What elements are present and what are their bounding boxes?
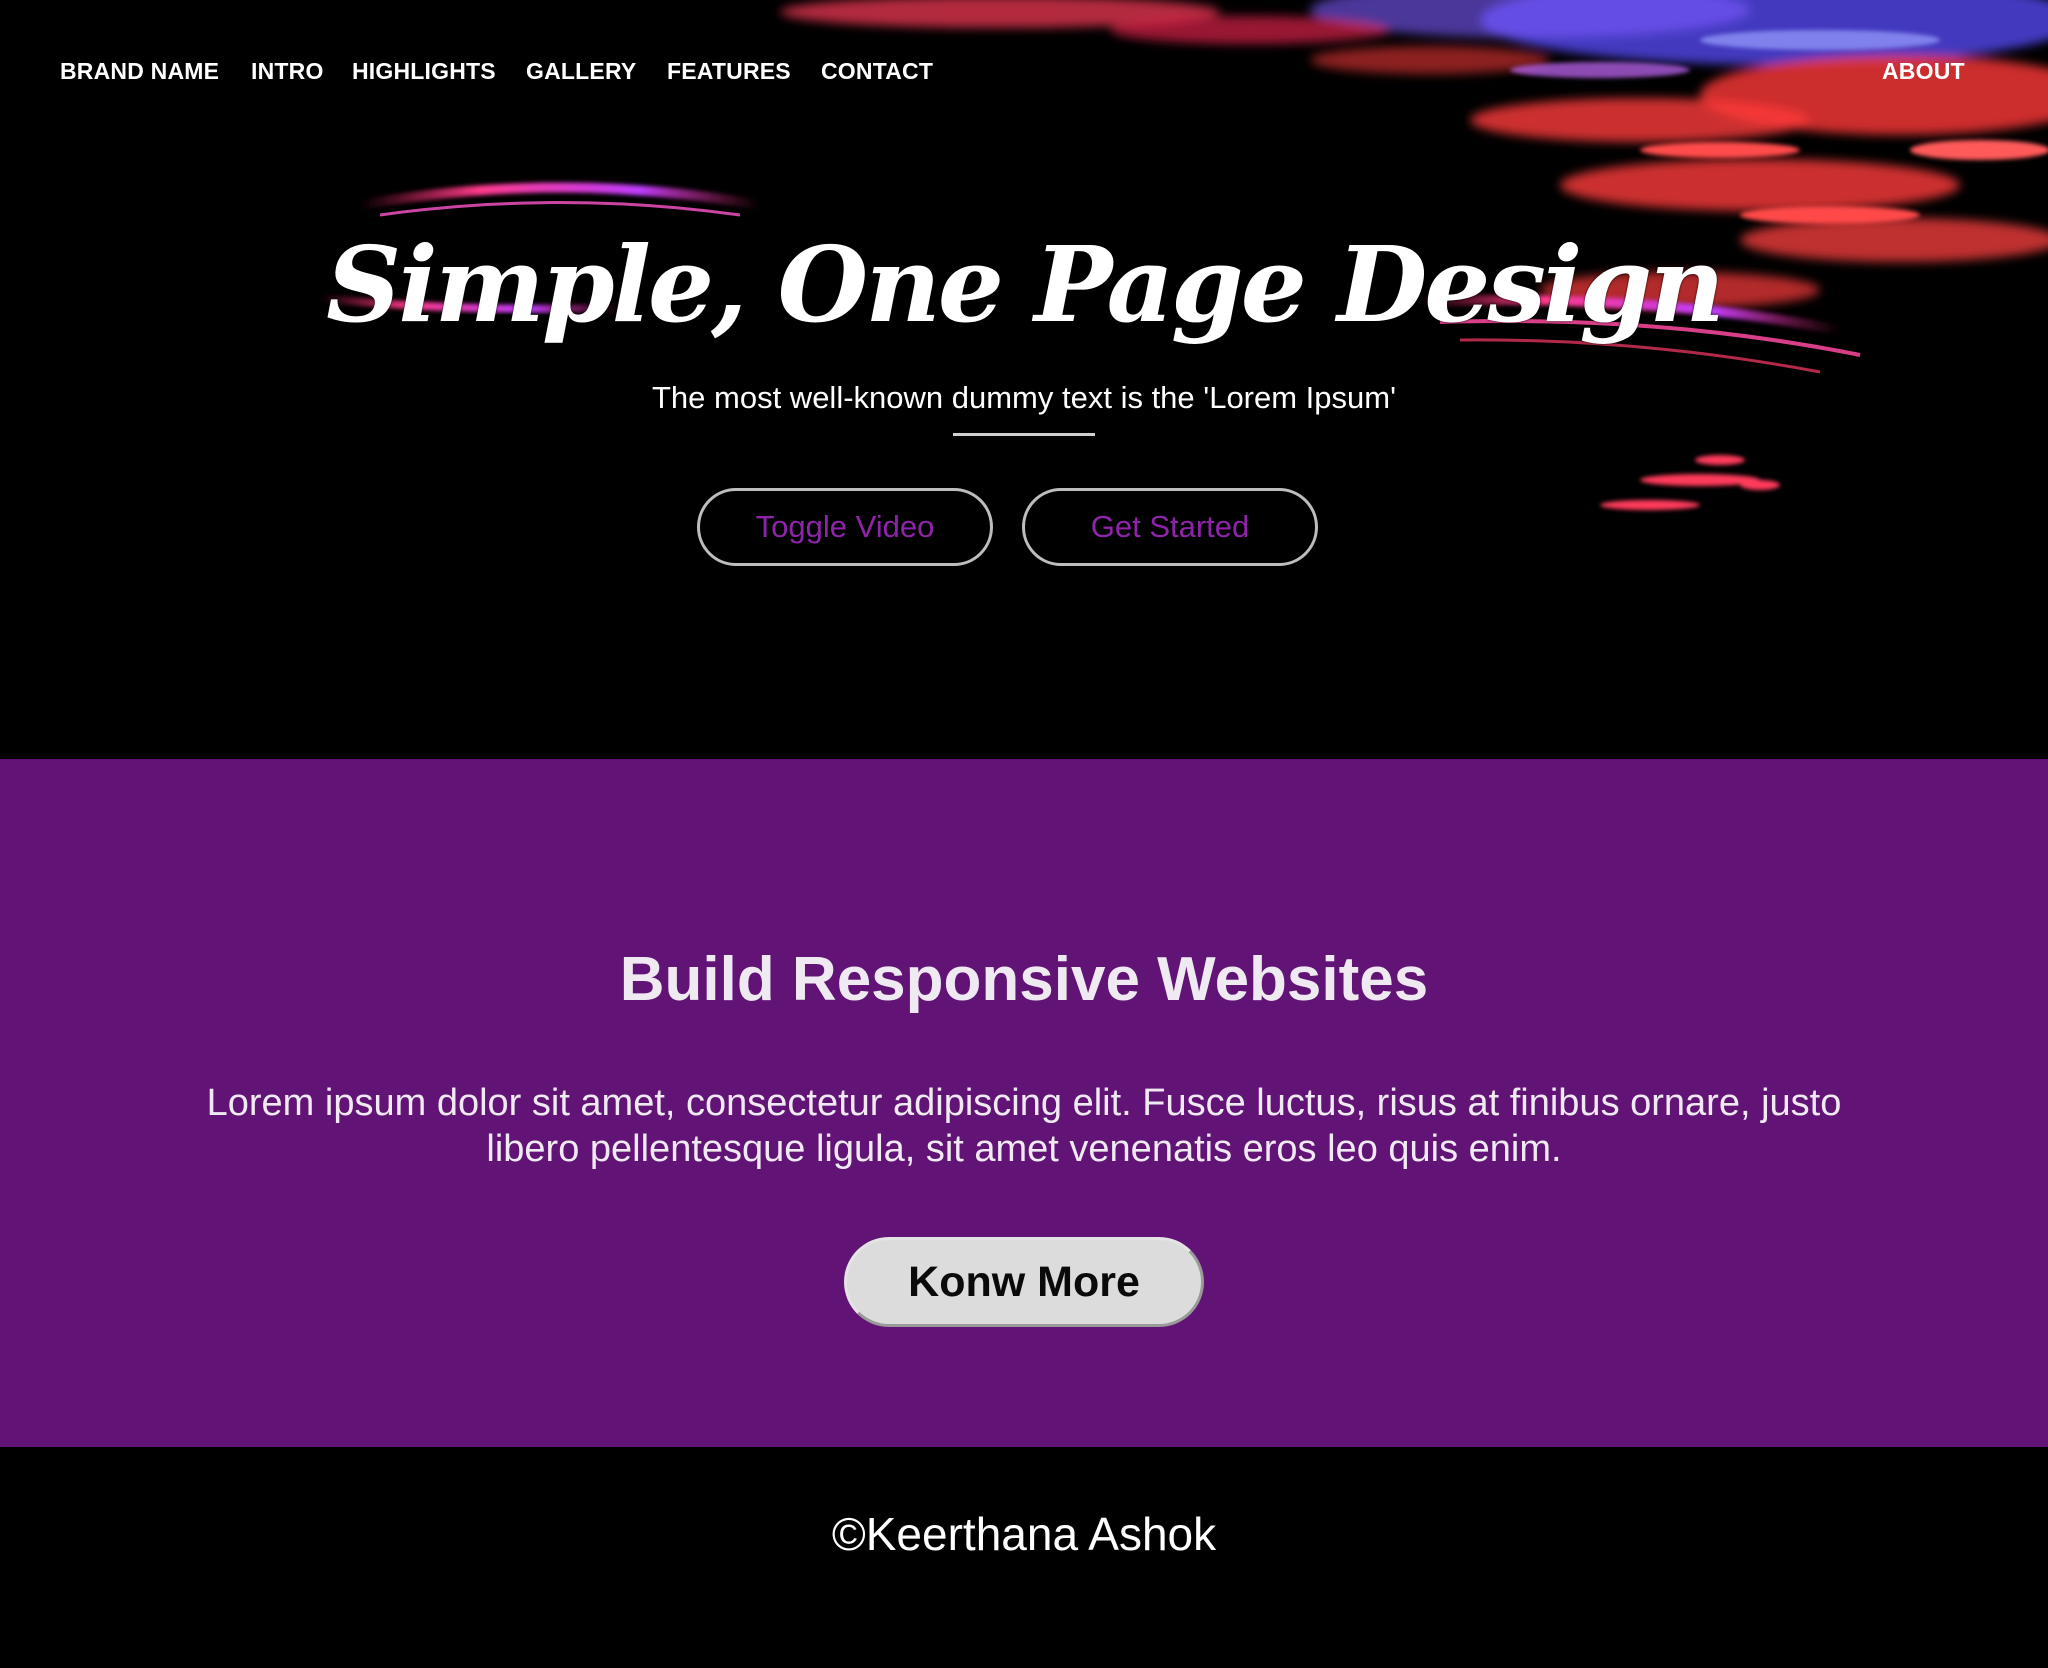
toggle-video-button[interactable]: Toggle Video [697,488,993,566]
section-text: Lorem ipsum dolor sit amet, consectetur … [206,1082,1842,1170]
nav-item-features[interactable]: FEATURES [667,58,791,85]
footer-copyright: ©Keerthana Ashok [831,1508,1217,1560]
nav-item-highlights[interactable]: HIGHLIGHTS [352,58,496,85]
nav-brand[interactable]: BRAND NAME [60,58,219,85]
nav-item-contact[interactable]: CONTACT [821,58,933,85]
get-started-button[interactable]: Get Started [1022,488,1318,566]
nav-item-intro[interactable]: INTRO [251,58,324,85]
navbar: BRAND NAME INTRO HIGHLIGHTS GALLERY FEAT… [0,0,2048,148]
hero-section: BRAND NAME INTRO HIGHLIGHTS GALLERY FEAT… [0,0,2048,759]
nav-item-about[interactable]: ABOUT [1882,58,1965,85]
hero-title: Simple, One Page Design [326,223,1725,346]
hero-divider [953,433,1095,436]
section-title: Build Responsive Websites [619,945,1429,1014]
hero-subtitle: The most well-known dummy text is the 'L… [651,380,1397,415]
know-more-button[interactable]: Konw More [844,1237,1204,1327]
nav-item-gallery[interactable]: GALLERY [526,58,636,85]
